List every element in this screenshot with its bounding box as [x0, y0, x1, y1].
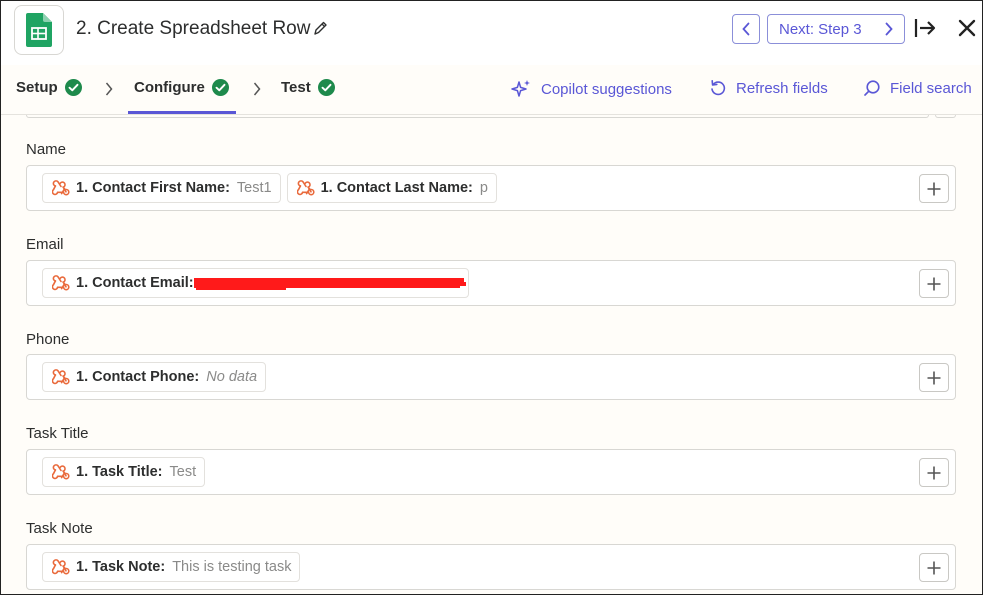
plus-icon: [927, 371, 941, 384]
plus-icon: [927, 182, 941, 195]
insert-data-button[interactable]: [919, 174, 949, 203]
tab-configure-label: Configure: [134, 79, 205, 96]
plus-icon: [927, 277, 941, 290]
field-search-button[interactable]: Field search: [863, 79, 972, 97]
pencil-icon[interactable]: [312, 20, 328, 38]
collapse-panel-icon[interactable]: [913, 16, 937, 40]
tab-setup[interactable]: Setup: [16, 79, 82, 96]
webhook-icon: [52, 464, 70, 480]
tab-test[interactable]: Test: [281, 79, 335, 96]
field-label-phone: Phone: [26, 331, 70, 348]
mapped-value-pill[interactable]: 1. Task Note: This is testing task: [42, 552, 301, 582]
field-input-name[interactable]: 1. Contact First Name: Test1 1. Contact …: [26, 165, 956, 211]
check-circle-icon: [64, 79, 82, 96]
redacted-email: [193, 273, 466, 293]
check-circle-icon: [317, 79, 335, 96]
tab-setup-label: Setup: [16, 79, 58, 96]
pill-key: 1. Contact Last Name:: [320, 180, 473, 196]
webhook-icon: [296, 180, 315, 196]
chevron-right-icon: [105, 82, 113, 96]
pill-key: 1. Task Title:: [76, 464, 163, 480]
check-circle-icon: [211, 79, 229, 96]
pill-key: 1. Contact Email:: [76, 275, 194, 291]
sparkle-icon: [511, 80, 530, 97]
mapped-value-pill[interactable]: 1. Contact Last Name: p: [286, 173, 497, 203]
pill-key: 1. Contact Phone:: [76, 369, 200, 385]
pill-value: p: [479, 180, 488, 196]
field-input-phone[interactable]: 1. Contact Phone: No data: [26, 354, 956, 400]
previous-step-button[interactable]: [732, 14, 760, 44]
panel-header: 2. Create Spreadsheet Row Next: Step 3: [1, 1, 982, 65]
next-step-button[interactable]: Next: Step 3: [767, 14, 905, 44]
copilot-suggestions-button[interactable]: Copilot suggestions: [511, 79, 672, 99]
field-label-email: Email: [26, 236, 64, 253]
close-icon[interactable]: [957, 18, 977, 38]
copilot-suggestions-label: Copilot suggestions: [541, 80, 672, 98]
webhook-icon: [52, 369, 70, 385]
pill-value: No data: [206, 369, 258, 385]
step-tabs: Setup Configure Test Copilot suggestions: [1, 65, 982, 115]
mapped-value-pill[interactable]: 1. Contact Phone: No data: [42, 362, 267, 392]
step-title: 2. Create Spreadsheet Row: [76, 18, 311, 39]
step-editor-panel: 2. Create Spreadsheet Row Next: Step 3 S…: [0, 0, 983, 595]
chevron-right-icon: [253, 82, 261, 96]
chevron-left-icon: [742, 22, 750, 36]
field-search-label: Field search: [890, 79, 972, 97]
refresh-fields-label: Refresh fields: [736, 79, 828, 97]
google-sheets-icon: [14, 5, 64, 55]
pill-key: 1. Contact First Name:: [76, 180, 230, 196]
webhook-icon: [52, 180, 70, 196]
pill-key: 1. Task Note:: [76, 559, 166, 575]
refresh-icon: [711, 80, 726, 96]
next-step-label: Next: Step 3: [779, 20, 862, 38]
mapped-value-pill[interactable]: 1. Contact Email:: [42, 268, 469, 298]
pill-value: Test: [169, 464, 197, 480]
previous-field-box: [26, 115, 929, 118]
tab-test-label: Test: [281, 79, 311, 96]
search-icon: [864, 80, 880, 96]
field-input-task-title[interactable]: 1. Task Title: Test: [26, 449, 956, 495]
pill-value: This is testing task: [172, 559, 292, 575]
webhook-icon: [52, 275, 70, 291]
mapped-value-pill[interactable]: 1. Contact First Name: Test1: [42, 173, 281, 203]
insert-data-button[interactable]: [919, 363, 949, 392]
plus-icon: [927, 561, 941, 574]
mapped-value-pill[interactable]: 1. Task Title: Test: [42, 457, 206, 487]
field-label-task-note: Task Note: [26, 520, 93, 537]
active-tab-indicator: [128, 111, 236, 114]
insert-data-button[interactable]: [919, 553, 949, 582]
pill-value: Test1: [236, 180, 272, 196]
previous-field-button: [935, 115, 956, 118]
tab-configure[interactable]: Configure: [134, 79, 229, 96]
insert-data-button[interactable]: [919, 458, 949, 487]
webhook-icon: [52, 559, 70, 575]
plus-icon: [927, 466, 941, 479]
insert-data-button[interactable]: [919, 269, 949, 298]
chevron-right-icon: [885, 22, 893, 36]
field-label-name: Name: [26, 141, 67, 158]
field-input-email[interactable]: 1. Contact Email:: [26, 260, 956, 306]
field-input-task-note[interactable]: 1. Task Note: This is testing task: [26, 544, 956, 590]
field-label-task-title: Task Title: [26, 425, 89, 442]
refresh-fields-button[interactable]: Refresh fields: [709, 79, 828, 97]
